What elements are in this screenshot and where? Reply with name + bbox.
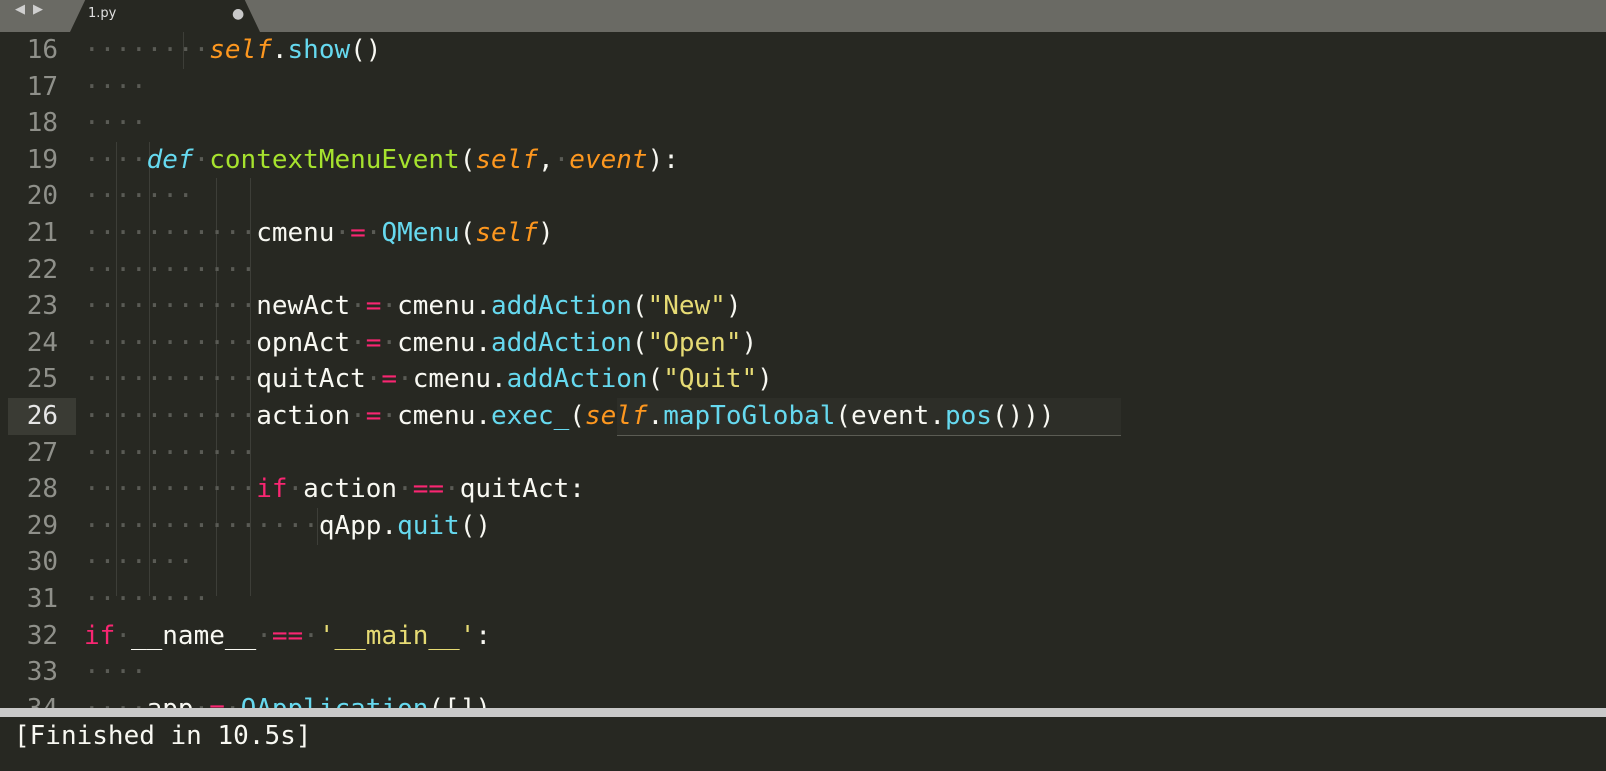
code-line-20[interactable]: ·······	[84, 178, 194, 215]
tab-bar: ◀ ▶ 1.py ●	[0, 0, 1606, 32]
code-line-22[interactable]: ···········	[84, 252, 256, 289]
line-number: 17	[26, 72, 58, 102]
code-line-26[interactable]: ···········action·=·cmenu.exec_(self.map…	[84, 398, 1055, 435]
tab-1-py[interactable]: 1.py ●	[70, 0, 260, 32]
line-number: 32	[26, 621, 58, 651]
line-number: 25	[26, 364, 58, 394]
code-editor[interactable]: 16 17 18 19 20 21 22 23 24 25 26 27 28 2…	[0, 32, 1606, 726]
build-result-text: [Finished in 10.5s]	[14, 721, 312, 751]
tab-filename: 1.py	[88, 6, 117, 21]
line-number: 29	[26, 511, 58, 541]
code-line-16[interactable]: ········self.show()	[84, 32, 381, 69]
line-number-gutter: 16 17 18 19 20 21 22 23 24 25 26 27 28 2…	[0, 32, 78, 726]
line-number: 28	[26, 474, 58, 504]
code-line-25[interactable]: ···········quitAct·=·cmenu.addAction("Qu…	[84, 361, 773, 398]
line-number: 19	[26, 145, 58, 175]
line-number-active: 26	[26, 401, 58, 431]
code-line-31[interactable]: ········	[84, 581, 209, 618]
line-number: 21	[26, 218, 58, 248]
code-line-32[interactable]: if·__name__·==·'__main__':	[84, 618, 491, 655]
line-number: 20	[26, 181, 58, 211]
output-panel-divider[interactable]	[0, 708, 1606, 717]
line-number: 27	[26, 438, 58, 468]
unsaved-dot-icon[interactable]: ●	[232, 6, 244, 22]
code-line-28[interactable]: ···········if·action·==·quitAct:	[84, 471, 585, 508]
code-line-29[interactable]: ···············qApp.quit()	[84, 508, 491, 545]
code-line-23[interactable]: ···········newAct·=·cmenu.addAction("New…	[84, 288, 741, 325]
code-line-17[interactable]: ····	[84, 69, 147, 106]
build-output-panel: [Finished in 10.5s]	[0, 717, 1606, 771]
line-number: 30	[26, 547, 58, 577]
line-number: 18	[26, 108, 58, 138]
line-number: 22	[26, 255, 58, 285]
line-number: 31	[26, 584, 58, 614]
code-line-30[interactable]: ·······	[84, 544, 194, 581]
line-number: 33	[26, 657, 58, 687]
code-line-33[interactable]: ····	[84, 654, 147, 691]
tab-scroll-left-icon[interactable]: ◀	[15, 2, 25, 17]
code-line-27[interactable]: ···········	[84, 435, 256, 472]
code-line-21[interactable]: ···········cmenu·=·QMenu(self)	[84, 215, 554, 252]
line-number: 24	[26, 328, 58, 358]
code-line-18[interactable]: ····	[84, 105, 147, 142]
line-number: 16	[26, 35, 58, 65]
tab-scroll-right-icon[interactable]: ▶	[33, 2, 43, 17]
code-line-24[interactable]: ···········opnAct·=·cmenu.addAction("Ope…	[84, 325, 757, 362]
line-number: 23	[26, 291, 58, 321]
code-line-19[interactable]: ····def·contextMenuEvent(self,·event):	[84, 142, 679, 179]
